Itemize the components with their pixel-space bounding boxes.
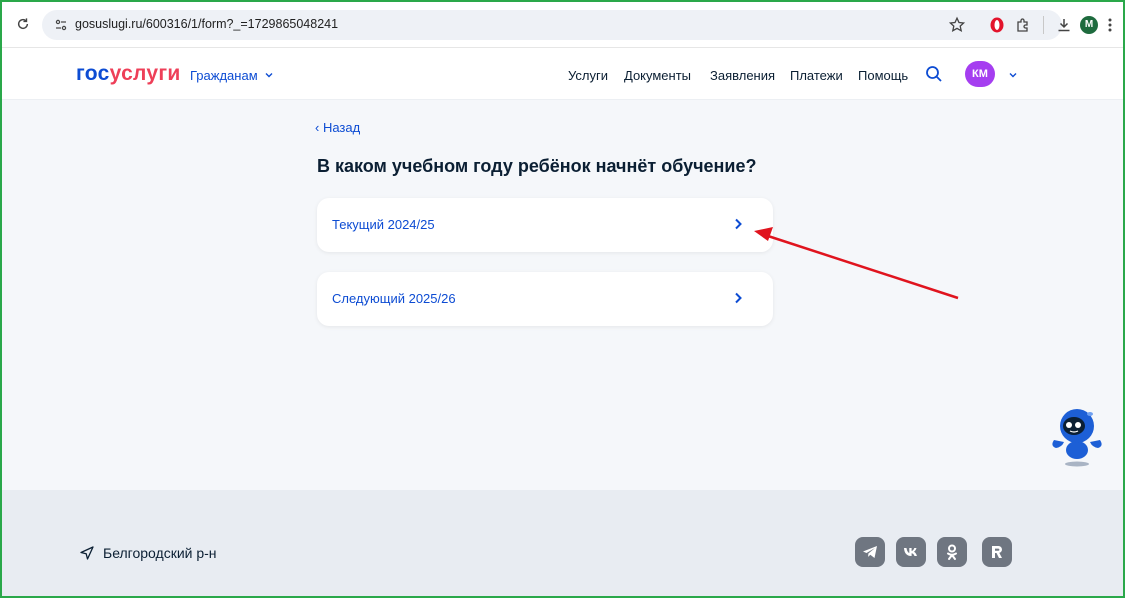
- reload-icon[interactable]: [16, 17, 30, 31]
- bookmark-star-icon[interactable]: [948, 16, 966, 34]
- nav-documents[interactable]: Документы: [624, 68, 691, 83]
- site-info-icon[interactable]: [54, 18, 68, 32]
- rutube-icon[interactable]: [982, 537, 1012, 567]
- chevron-right-icon: [735, 218, 742, 230]
- more-icon[interactable]: [1105, 16, 1115, 34]
- location-arrow-icon[interactable]: [79, 545, 95, 561]
- chevron-right-icon: [735, 292, 742, 304]
- back-link[interactable]: ‹ Назад: [315, 120, 360, 135]
- option-label: Следующий 2025/26: [332, 291, 456, 306]
- option-label: Текущий 2024/25: [332, 217, 435, 232]
- option-next-year[interactable]: Следующий 2025/26: [317, 272, 773, 326]
- logo-part-uslugi: услуги: [109, 62, 181, 85]
- nav-help[interactable]: Помощь: [858, 68, 908, 83]
- nav-payments[interactable]: Платежи: [790, 68, 843, 83]
- screenshot-frame: gosuslugi.ru/600316/1/form?_=17298650482…: [0, 0, 1125, 598]
- url-text[interactable]: gosuslugi.ru/600316/1/form?_=17298650482…: [75, 17, 338, 31]
- region-selector[interactable]: Белгородский р-н: [103, 545, 217, 561]
- vk-icon[interactable]: [896, 537, 926, 567]
- citizens-menu[interactable]: Гражданам: [190, 68, 258, 83]
- nav-services[interactable]: Услуги: [568, 68, 608, 83]
- chevron-down-icon[interactable]: [1008, 70, 1018, 80]
- user-avatar[interactable]: КМ: [965, 61, 995, 87]
- gosuslugi-logo[interactable]: госуслуги: [76, 62, 181, 86]
- site-header: госуслуги Гражданам Услуги Документы Зая…: [2, 48, 1123, 100]
- downloads-icon[interactable]: [1055, 16, 1073, 34]
- toolbar-divider: [1043, 16, 1044, 34]
- browser-toolbar: gosuslugi.ru/600316/1/form?_=17298650482…: [2, 2, 1123, 48]
- site-footer: Белгородский р-н: [2, 490, 1123, 596]
- main-content: ‹ Назад В каком учебном году ребёнок нач…: [2, 100, 1123, 490]
- telegram-icon[interactable]: [855, 537, 885, 567]
- search-icon[interactable]: [924, 64, 944, 84]
- assistant-robot-icon[interactable]: [1048, 400, 1106, 470]
- logo-part-gos: гос: [76, 62, 110, 85]
- address-bar[interactable]: gosuslugi.ru/600316/1/form?_=17298650482…: [42, 10, 1062, 40]
- page-title: В каком учебном году ребёнок начнёт обуч…: [317, 156, 757, 176]
- nav-applications[interactable]: Заявления: [710, 68, 775, 83]
- extensions-icon[interactable]: [1014, 16, 1032, 34]
- odnoklassniki-icon[interactable]: [937, 537, 967, 567]
- chevron-down-icon[interactable]: [264, 70, 274, 80]
- option-current-year[interactable]: Текущий 2024/25: [317, 198, 773, 252]
- profile-icon[interactable]: M: [1080, 16, 1098, 34]
- opera-icon[interactable]: [988, 16, 1006, 34]
